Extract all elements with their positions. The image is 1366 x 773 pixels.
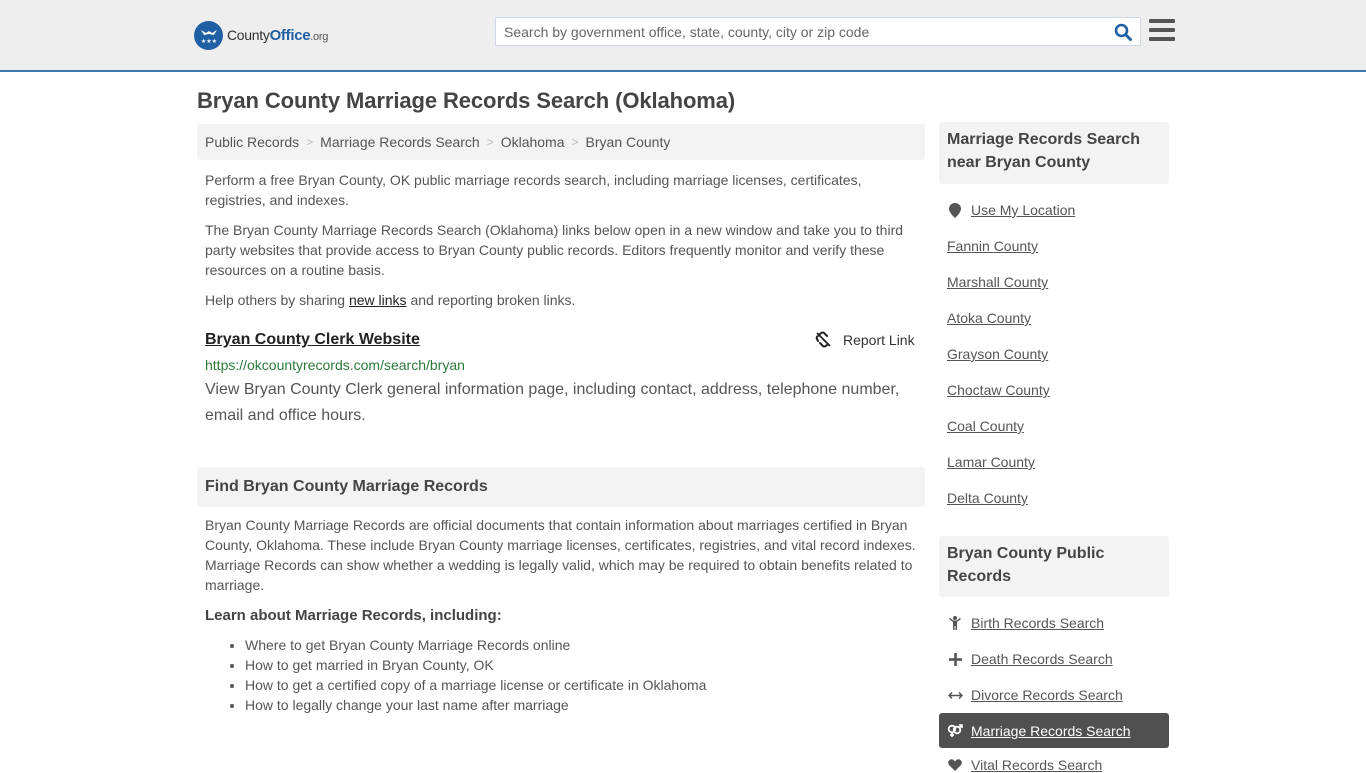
marriage-records-label: Marriage Records Search	[971, 723, 1131, 739]
listing-description: View Bryan County Clerk general informat…	[205, 381, 900, 424]
birth-records-label: Birth Records Search	[971, 615, 1105, 631]
learn-heading: Learn about Marriage Records, including:	[205, 607, 502, 624]
nearby-county-link[interactable]: Atoka County	[947, 310, 1031, 326]
report-link-button[interactable]: Report Link	[815, 331, 915, 348]
breadcrumb-separator: >	[571, 135, 579, 149]
eagle-stars-badge-icon: ★★★	[194, 20, 223, 50]
search-bar	[495, 17, 1141, 46]
learn-list-item: How to get a certified copy of a marriag…	[245, 675, 706, 695]
nearby-county-link[interactable]: Fannin County	[947, 238, 1038, 254]
breadcrumb-bryan-county[interactable]: Bryan County	[586, 134, 671, 150]
breadcrumb-separator: >	[486, 135, 494, 149]
learn-list: Where to get Bryan County Marriage Recor…	[245, 635, 706, 715]
site-header: ★★★ CountyOffice.org	[0, 0, 1366, 72]
divorce-records-link[interactable]: Divorce Records Search	[947, 687, 1123, 703]
vital-records-label: Vital Records Search	[971, 757, 1103, 773]
broken-link-icon	[815, 331, 831, 348]
birth-records-link[interactable]: Birth Records Search	[947, 615, 1104, 631]
death-records-link[interactable]: Death Records Search	[947, 651, 1113, 667]
breadcrumb: Public Records > Marriage Records Search…	[197, 124, 925, 160]
breadcrumb-public-records[interactable]: Public Records	[205, 134, 299, 150]
nearby-county-link[interactable]: Grayson County	[947, 346, 1048, 362]
listing-url: https://okcountyrecords.com/search/bryan	[205, 357, 465, 373]
site-logo[interactable]: ★★★ CountyOffice.org	[194, 20, 328, 50]
page-title: Bryan County Marriage Records Search (Ok…	[197, 88, 736, 113]
nearby-heading: Marriage Records Search near Bryan Count…	[939, 122, 1169, 184]
death-records-label: Death Records Search	[971, 651, 1113, 667]
divorce-records-label: Divorce Records Search	[971, 687, 1123, 703]
marriage-records-link[interactable]: Marriage Records Search	[947, 723, 1131, 739]
nearby-county-link[interactable]: Marshall County	[947, 274, 1048, 290]
heartbeat-icon	[947, 759, 963, 771]
breadcrumb-marriage-records-search[interactable]: Marriage Records Search	[320, 134, 480, 150]
child-icon	[947, 616, 963, 630]
new-links-link[interactable]: new links	[349, 292, 407, 308]
help-text-before: Help others by sharing	[205, 292, 349, 308]
cross-icon	[947, 652, 963, 666]
report-link-label: Report Link	[843, 331, 915, 348]
listing-title-link[interactable]: Bryan County Clerk Website	[205, 331, 420, 349]
learn-list-item: How to legally change your last name aft…	[245, 695, 706, 715]
nearby-county-link[interactable]: Coal County	[947, 418, 1024, 434]
public-records-heading: Bryan County Public Records	[939, 536, 1169, 597]
breadcrumb-separator: >	[306, 135, 314, 149]
find-section-heading: Find Bryan County Marriage Records	[197, 467, 925, 507]
nearby-county-link[interactable]: Choctaw County	[947, 382, 1050, 398]
arrows-horizontal-icon	[947, 691, 963, 700]
svg-text:★★★: ★★★	[200, 38, 216, 45]
search-button[interactable]	[1106, 18, 1140, 45]
logo-text: CountyOffice.org	[227, 26, 329, 44]
nearby-county-link[interactable]: Lamar County	[947, 454, 1035, 470]
map-marker-icon	[947, 202, 963, 218]
use-my-location-link[interactable]: Use My Location	[947, 202, 1075, 218]
use-my-location-label: Use My Location	[971, 202, 1076, 218]
help-text: Help others by sharing new links and rep…	[205, 290, 917, 310]
disclaimer-text: The Bryan County Marriage Records Search…	[205, 222, 904, 278]
help-text-after: and reporting broken links.	[406, 292, 576, 308]
search-icon	[1114, 23, 1132, 41]
learn-list-item: How to get married in Bryan County, OK	[245, 655, 706, 675]
search-input[interactable]	[496, 18, 1106, 45]
venus-mars-icon	[947, 724, 963, 738]
breadcrumb-oklahoma[interactable]: Oklahoma	[501, 134, 565, 150]
intro-text: Perform a free Bryan County, OK public m…	[205, 172, 862, 208]
nearby-county-link[interactable]: Delta County	[947, 490, 1028, 506]
learn-list-item: Where to get Bryan County Marriage Recor…	[245, 635, 706, 655]
vital-records-link[interactable]: Vital Records Search	[947, 757, 1102, 773]
find-section-body: Bryan County Marriage Records are offici…	[205, 517, 916, 593]
hamburger-menu-icon[interactable]	[1149, 19, 1175, 41]
